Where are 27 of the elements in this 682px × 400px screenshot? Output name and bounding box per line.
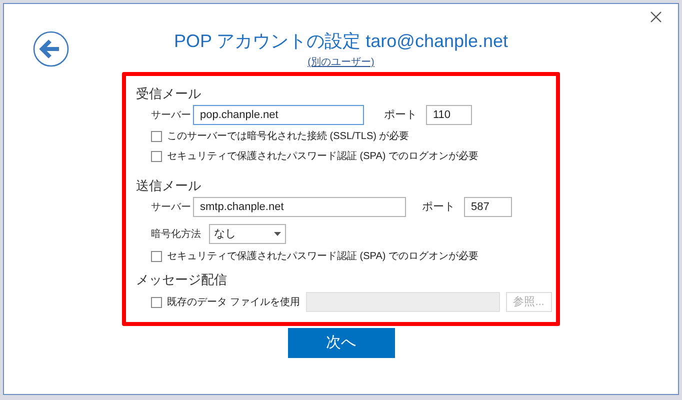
checkbox-label: このサーバーでは暗号化された接続 (SSL/TLS) が必要 [167, 130, 410, 144]
text-field[interactable]: pop.chanple.net [193, 105, 364, 125]
checkbox[interactable] [151, 130, 162, 142]
caret-icon [274, 232, 281, 236]
encryption-label: 暗号化方法 [151, 228, 202, 242]
port-label: ポート [384, 108, 418, 123]
dialog-title: POP アカウントの設定 taro@chanple.net [174, 30, 508, 53]
server-label: サーバー [151, 108, 192, 122]
text-field[interactable]: 587 [464, 197, 512, 217]
encryption-dropdown[interactable]: なし [209, 224, 286, 244]
back-icon[interactable] [33, 31, 69, 67]
next-button[interactable]: 次へ [288, 328, 394, 358]
section-heading: 受信メール [136, 85, 202, 103]
checkbox-label: 既存のデータ ファイルを使用 [167, 296, 300, 310]
checkbox[interactable] [151, 150, 162, 162]
port-label: ポート [422, 200, 456, 215]
text-field[interactable]: 110 [426, 105, 472, 125]
checkbox-label: セキュリティで保護されたパスワード認証 (SPA) でのログオンが必要 [167, 250, 478, 264]
checkbox[interactable] [151, 296, 162, 308]
checkbox-label: セキュリティで保護されたパスワード認証 (SPA) でのログオンが必要 [167, 150, 478, 164]
checkbox[interactable] [151, 250, 162, 262]
section-heading: メッセージ配信 [136, 271, 228, 289]
server-label: サーバー [151, 200, 192, 214]
other-user-link[interactable]: (別のユーザー) [308, 55, 374, 70]
close-icon[interactable] [650, 10, 664, 24]
text-field[interactable]: smtp.chanple.net [193, 197, 406, 217]
section-heading: 送信メール [136, 177, 202, 195]
